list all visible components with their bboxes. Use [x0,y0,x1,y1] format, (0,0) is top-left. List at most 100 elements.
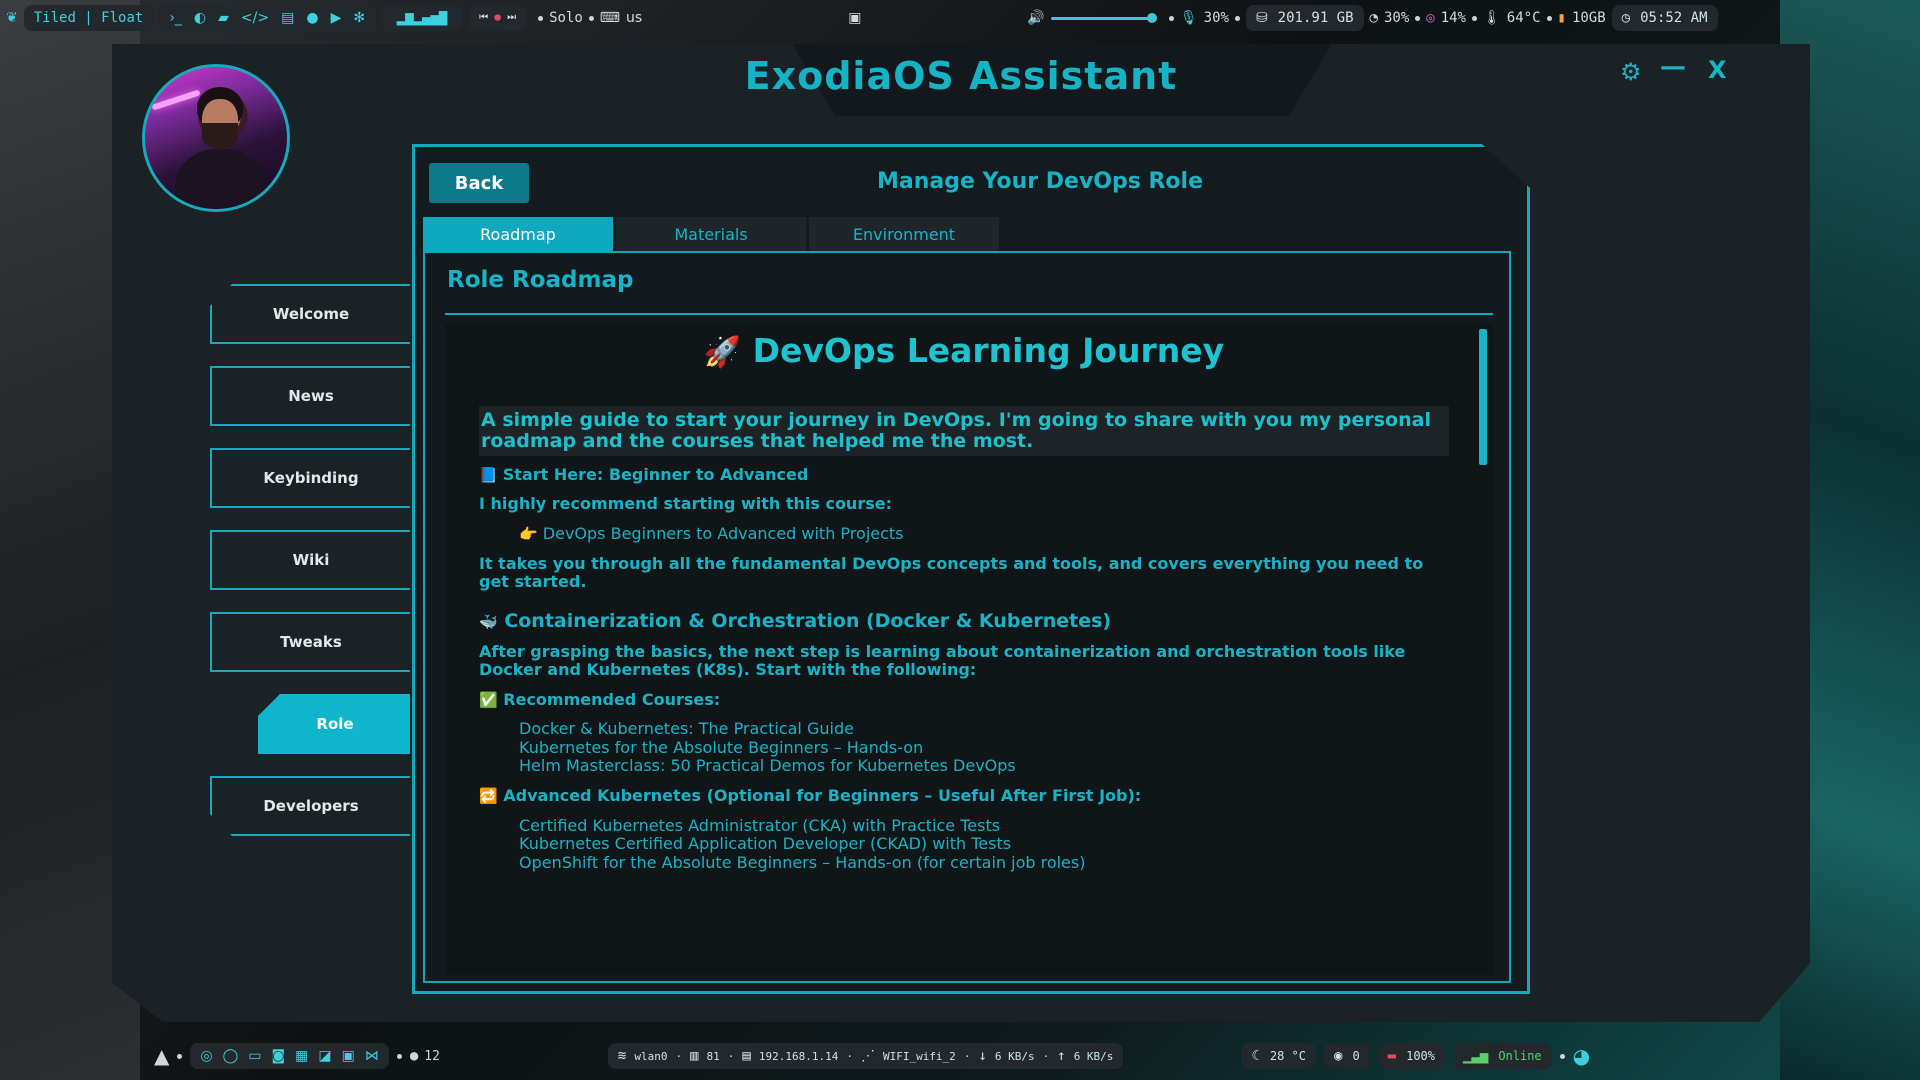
sidebar-item-keybinding[interactable]: Keybinding [210,448,410,508]
separator-dot [1546,15,1552,21]
tab-content: Role Roadmap 🚀 DevOps Learning Journey A… [423,253,1511,983]
browser-icon[interactable]: ◐ [194,11,206,25]
sidebar-item-welcome[interactable]: Welcome [210,284,410,344]
tab-materials[interactable]: Materials [616,217,806,251]
github-notifications[interactable]: ◉ 0 [1324,1043,1370,1069]
weather-label: 28 °C [1269,1049,1306,1063]
sidebar-item-tweaks[interactable]: Tweaks [210,612,410,672]
signal-label: 81 [706,1049,720,1063]
discord-icon[interactable]: ◙ [272,1049,286,1063]
course-link[interactable]: OpenShift for the Absolute Beginners – H… [519,853,1449,872]
battery-icon: ▬ [1387,1048,1397,1064]
leaf-icon[interactable]: ❦ [6,11,18,25]
wifi-icon: ⋰ [860,1048,875,1064]
pointing-icon: 👉 [519,524,538,543]
separator-dot [1234,15,1240,21]
dock: ◎ ◯ ▭ ◙ ▦ ◪ ▣ ⋈ [190,1043,389,1069]
settings-icon[interactable]: ✻ [353,11,365,25]
tray-icon[interactable]: ▣ [848,11,861,25]
clock-icon: ◷ [1621,10,1631,26]
document-title: 🚀 DevOps Learning Journey [479,331,1449,370]
weather[interactable]: ☾ 28 °C [1241,1043,1316,1069]
panel-title: Manage Your DevOps Role [876,169,1203,194]
course-link[interactable]: DevOps Beginners to Advanced with Projec… [543,524,904,543]
section-divider [445,313,1493,315]
disk-usage: ⛁ 201.91 GB [1245,5,1364,31]
signal-icon: ▥ [690,1048,699,1064]
whatsapp-icon[interactable]: ◯ [223,1049,239,1063]
editor-icon[interactable]: ▤ [281,11,294,25]
terminal-icon[interactable]: ▣ [342,1049,355,1063]
terminal-icon[interactable]: ›_ [169,11,182,25]
roadmap-scroll-area[interactable]: 🚀 DevOps Learning Journey A simple guide… [445,323,1493,975]
record-icon[interactable]: ⏺ [494,11,501,25]
chrome-icon[interactable]: ◎ [200,1049,212,1063]
sidebar-item-wiki[interactable]: Wiki [210,530,410,590]
signal-bars-icon: ▁▃▅ [1463,1048,1489,1064]
scrollbar-thumb[interactable] [1479,329,1487,465]
code-icon[interactable]: </> [241,11,269,25]
mic-label: 30% [1203,10,1229,26]
minimize-button[interactable]: — [1660,52,1686,82]
mic-level[interactable]: 🎙 30% [1180,10,1229,26]
gpu-label: 14% [1440,10,1466,26]
ram-label: 10GB [1571,10,1606,26]
github-label: 0 [1352,1049,1360,1063]
whale-icon: 🐳 [479,612,498,631]
tab-roadmap[interactable]: Roadmap [423,217,613,251]
settings-icon[interactable]: ⚙ [1620,58,1642,86]
close-button[interactable]: X [1708,56,1727,84]
youtube-icon[interactable]: ▶ [331,11,342,25]
sidebar-item-developers[interactable]: Developers [210,776,410,836]
studio-icon[interactable]: ◪ [318,1049,331,1063]
volume-control[interactable]: 🔊 [1027,10,1157,26]
keyboard-icon: ⌨ [599,10,621,26]
separator-dot [177,1053,183,1059]
mode-label[interactable]: Solo [549,10,583,26]
rocket-icon: 🚀 [703,335,742,370]
layout-toggle[interactable]: Tiled | Float [23,5,154,31]
speaker-icon: 🔊 [1027,10,1045,26]
avatar-shirt [175,149,265,209]
avatar-beard [202,123,238,149]
intro-paragraph: A simple guide to start your journey in … [479,406,1449,456]
advanced-heading: 🔁 Advanced Kubernetes (Optional for Begi… [479,787,1449,805]
clock-label: 05:52 AM [1640,10,1708,26]
section-title: Role Roadmap [447,267,634,293]
laptop-icon[interactable]: ▭ [248,1049,261,1063]
upload-icon: ↑ [1057,1048,1066,1064]
launcher-group: ›_ ◐ ▰ </> ▤ ● ▶ ✻ [159,5,376,31]
back-button[interactable]: Back [429,163,529,203]
chat-icon[interactable]: ● [306,11,318,25]
course-link[interactable]: Helm Masterclass: 50 Practical Demos for… [519,756,1449,775]
folder-icon[interactable]: ▰ [218,11,229,25]
palette-icon[interactable]: ◕ [1573,1046,1590,1066]
vscode-icon[interactable]: ⋈ [365,1049,379,1063]
keyboard-layout[interactable]: ⌨ us [600,10,642,26]
arch-logo-icon[interactable]: ▲ [154,1046,169,1066]
files-icon[interactable]: ▦ [295,1049,308,1063]
wifi-icon: ≋ [617,1048,627,1064]
clock[interactable]: ◷ 05:52 AM [1611,5,1718,31]
temp-label: 64°C [1506,10,1541,26]
separator-dot: · [727,1049,735,1063]
previous-icon[interactable]: ⏮ [479,13,488,23]
course-link[interactable]: Certified Kubernetes Administrator (CKA)… [519,816,1449,835]
tab-environment[interactable]: Environment [809,217,999,251]
repeat-icon: 🔁 [479,787,498,806]
sidebar-item-role[interactable]: Role [258,694,410,754]
course-link[interactable]: Kubernetes Certified Application Develop… [519,834,1449,853]
ram-usage: ▮ 10GB [1558,10,1606,26]
course-link[interactable]: Kubernetes for the Absolute Beginners – … [519,738,1449,757]
workspace-count[interactable]: ● 12 [410,1049,440,1064]
network-status: ≋ wlan0 · ▥ 81 · ▤ 192.168.1.14 · ⋰ WIFI_wif… [607,1043,1124,1069]
course-link-row: 👉 DevOps Beginners to Advanced with Proj… [519,524,1449,543]
separator-dot [538,15,544,21]
volume-slider[interactable] [1050,12,1157,23]
server-icon: ▤ [742,1048,751,1064]
sidebar-item-news[interactable]: News [210,366,410,426]
next-icon[interactable]: ⏭ [507,13,516,23]
course-link[interactable]: Docker & Kubernetes: The Practical Guide [519,719,1449,738]
workspace-count-label: 12 [424,1048,440,1064]
github-icon: ◉ [1334,1048,1343,1064]
